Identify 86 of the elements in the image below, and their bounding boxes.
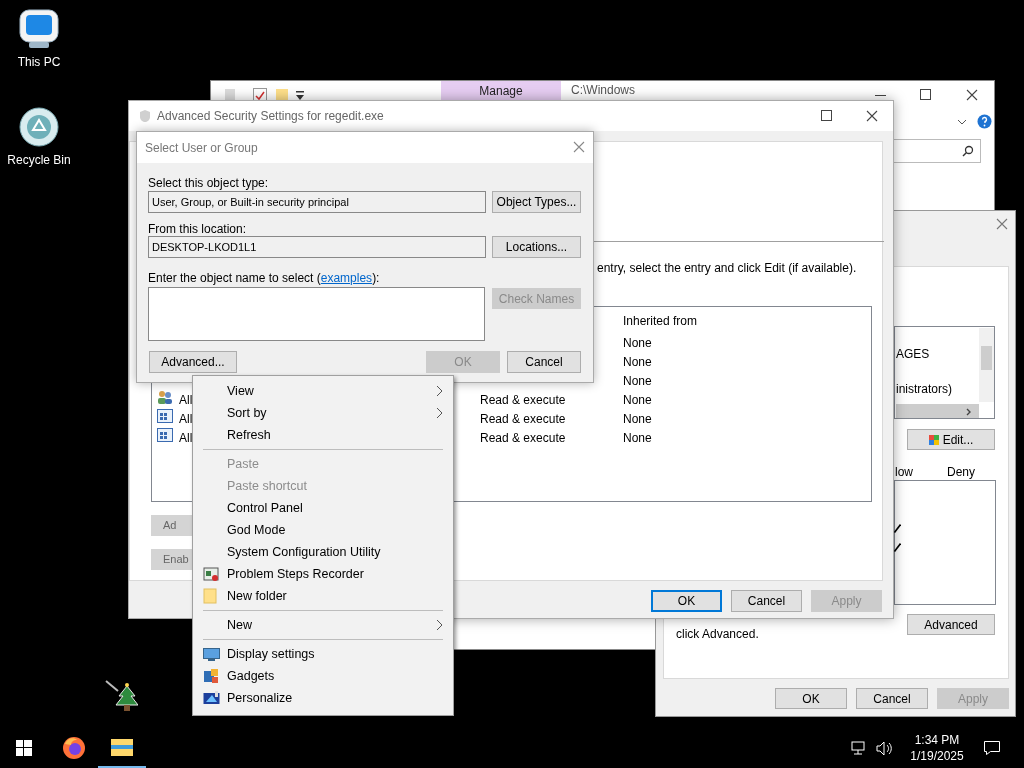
field-label: Enter the object name to select (examples): — [148, 270, 380, 287]
dialog-button[interactable]: Cancel — [856, 688, 928, 709]
personalize-icon — [203, 691, 220, 705]
notifications-icon[interactable] — [984, 740, 1000, 756]
advanced-button[interactable]: Advanced... — [149, 351, 237, 373]
window-grid-icon — [157, 427, 173, 443]
principal-name[interactable]: All — [179, 410, 193, 428]
desktop-icon-label[interactable]: Recycle Bin — [7, 154, 71, 166]
vertical-scrollbar[interactable] — [979, 328, 994, 402]
examples-link[interactable]: examples — [320, 271, 373, 285]
gadgets-icon — [203, 668, 219, 684]
ribbon-tab[interactable]: Manage — [441, 81, 561, 100]
menu-item[interactable]: System Configuration Utility — [193, 541, 453, 563]
list-item[interactable]: AGES — [896, 345, 930, 363]
column-header: Deny — [947, 464, 975, 481]
access-cell-text: Read & execute — [480, 411, 566, 428]
close-icon[interactable] — [966, 89, 978, 101]
inherited-cell-text: None — [623, 392, 652, 409]
list-action-button[interactable]: Enab — [151, 549, 193, 570]
clock[interactable]: 1:34 PM 1/19/2025 — [904, 732, 970, 764]
help-icon[interactable] — [977, 114, 992, 129]
cancel-button[interactable]: Cancel — [507, 351, 581, 373]
dialog-button[interactable]: Cancel — [731, 590, 802, 612]
principal-name[interactable]: All — [179, 391, 193, 409]
principal-name[interactable]: All — [179, 429, 193, 447]
field-label: Select this object type: — [148, 175, 269, 192]
close-icon[interactable] — [866, 110, 878, 122]
dialog-title: Select User or Group — [145, 139, 258, 157]
menu-item[interactable]: God Mode — [193, 519, 453, 541]
menu-item[interactable]: Display settings — [193, 643, 453, 665]
search-field[interactable] — [891, 139, 981, 163]
monitor-icon — [203, 647, 220, 661]
computer-icon — [17, 8, 61, 50]
christmas-tree-icon[interactable] — [105, 680, 138, 713]
object-type-field: User, Group, or Built-in security principal — [148, 191, 486, 213]
maximize-icon[interactable] — [920, 89, 931, 100]
field-label: From this location: — [148, 221, 247, 238]
list-item[interactable]: inistrators) — [896, 380, 952, 398]
horizontal-scrollbar[interactable] — [896, 404, 979, 418]
hint-text: click Advanced. — [676, 626, 759, 643]
inherited-cell-text: None — [623, 411, 652, 428]
window-title: Advanced Security Settings for regedit.exe — [157, 108, 384, 125]
list-action-button[interactable]: Ad — [151, 515, 193, 536]
location-field: DESKTOP-LKOD1L1 — [148, 236, 486, 258]
inherited-cell-text: None — [623, 373, 652, 390]
menu-item[interactable]: View — [193, 380, 453, 402]
recorder-icon — [203, 566, 219, 582]
dropdown-icon[interactable] — [296, 91, 304, 101]
inherited-cell-text: None — [623, 354, 652, 371]
dialog-button[interactable]: OK — [775, 688, 847, 709]
minimize-icon[interactable] — [875, 95, 886, 97]
chevron-down-icon[interactable] — [957, 119, 967, 125]
instruction-text: entry, select the entry and click Edit (if available). — [597, 260, 857, 277]
menu-item[interactable]: Personalize — [193, 687, 453, 709]
locations-button[interactable]: Locations... — [492, 236, 581, 258]
edit-button[interactable]: Edit... — [907, 429, 995, 450]
users-icon — [157, 389, 173, 405]
search-icon[interactable] — [962, 145, 974, 157]
menu-item[interactable]: Problem Steps Recorder — [193, 563, 453, 585]
menu-item[interactable]: Sort by — [193, 402, 453, 424]
desktop-icon-label[interactable]: This PC — [17, 56, 61, 68]
menu-item[interactable]: Control Panel — [193, 497, 453, 519]
menu-item[interactable]: Refresh — [193, 424, 453, 446]
column-header[interactable]: Inherited from — [623, 312, 698, 330]
windows-start-icon[interactable] — [16, 740, 32, 756]
menu-item[interactable]: Gadgets — [193, 665, 453, 687]
folder-icon — [110, 737, 134, 757]
access-cell-text: Read & execute — [480, 430, 566, 447]
inherited-cell-text: None — [623, 430, 652, 447]
chevron-right-icon[interactable] — [966, 408, 972, 416]
folder-icon — [203, 588, 217, 604]
network-icon[interactable] — [851, 740, 868, 756]
dialog-button[interactable]: OK — [651, 590, 722, 612]
object-name-field[interactable] — [148, 287, 485, 341]
access-cell-text: Read & execute — [480, 392, 566, 409]
menu-item[interactable]: New folder — [193, 585, 453, 607]
maximize-icon[interactable] — [821, 110, 832, 121]
inherited-cell-text: None — [623, 335, 652, 352]
object-types-button[interactable]: Object Types... — [492, 191, 581, 213]
menu-item[interactable]: New — [193, 614, 453, 636]
window-grid-icon — [157, 408, 173, 424]
column-header: low — [895, 464, 913, 481]
volume-icon[interactable] — [876, 740, 894, 756]
window-path: C:\Windows — [571, 83, 635, 97]
advanced-button[interactable]: Advanced — [907, 614, 995, 635]
recycle-bin-icon — [18, 106, 60, 148]
